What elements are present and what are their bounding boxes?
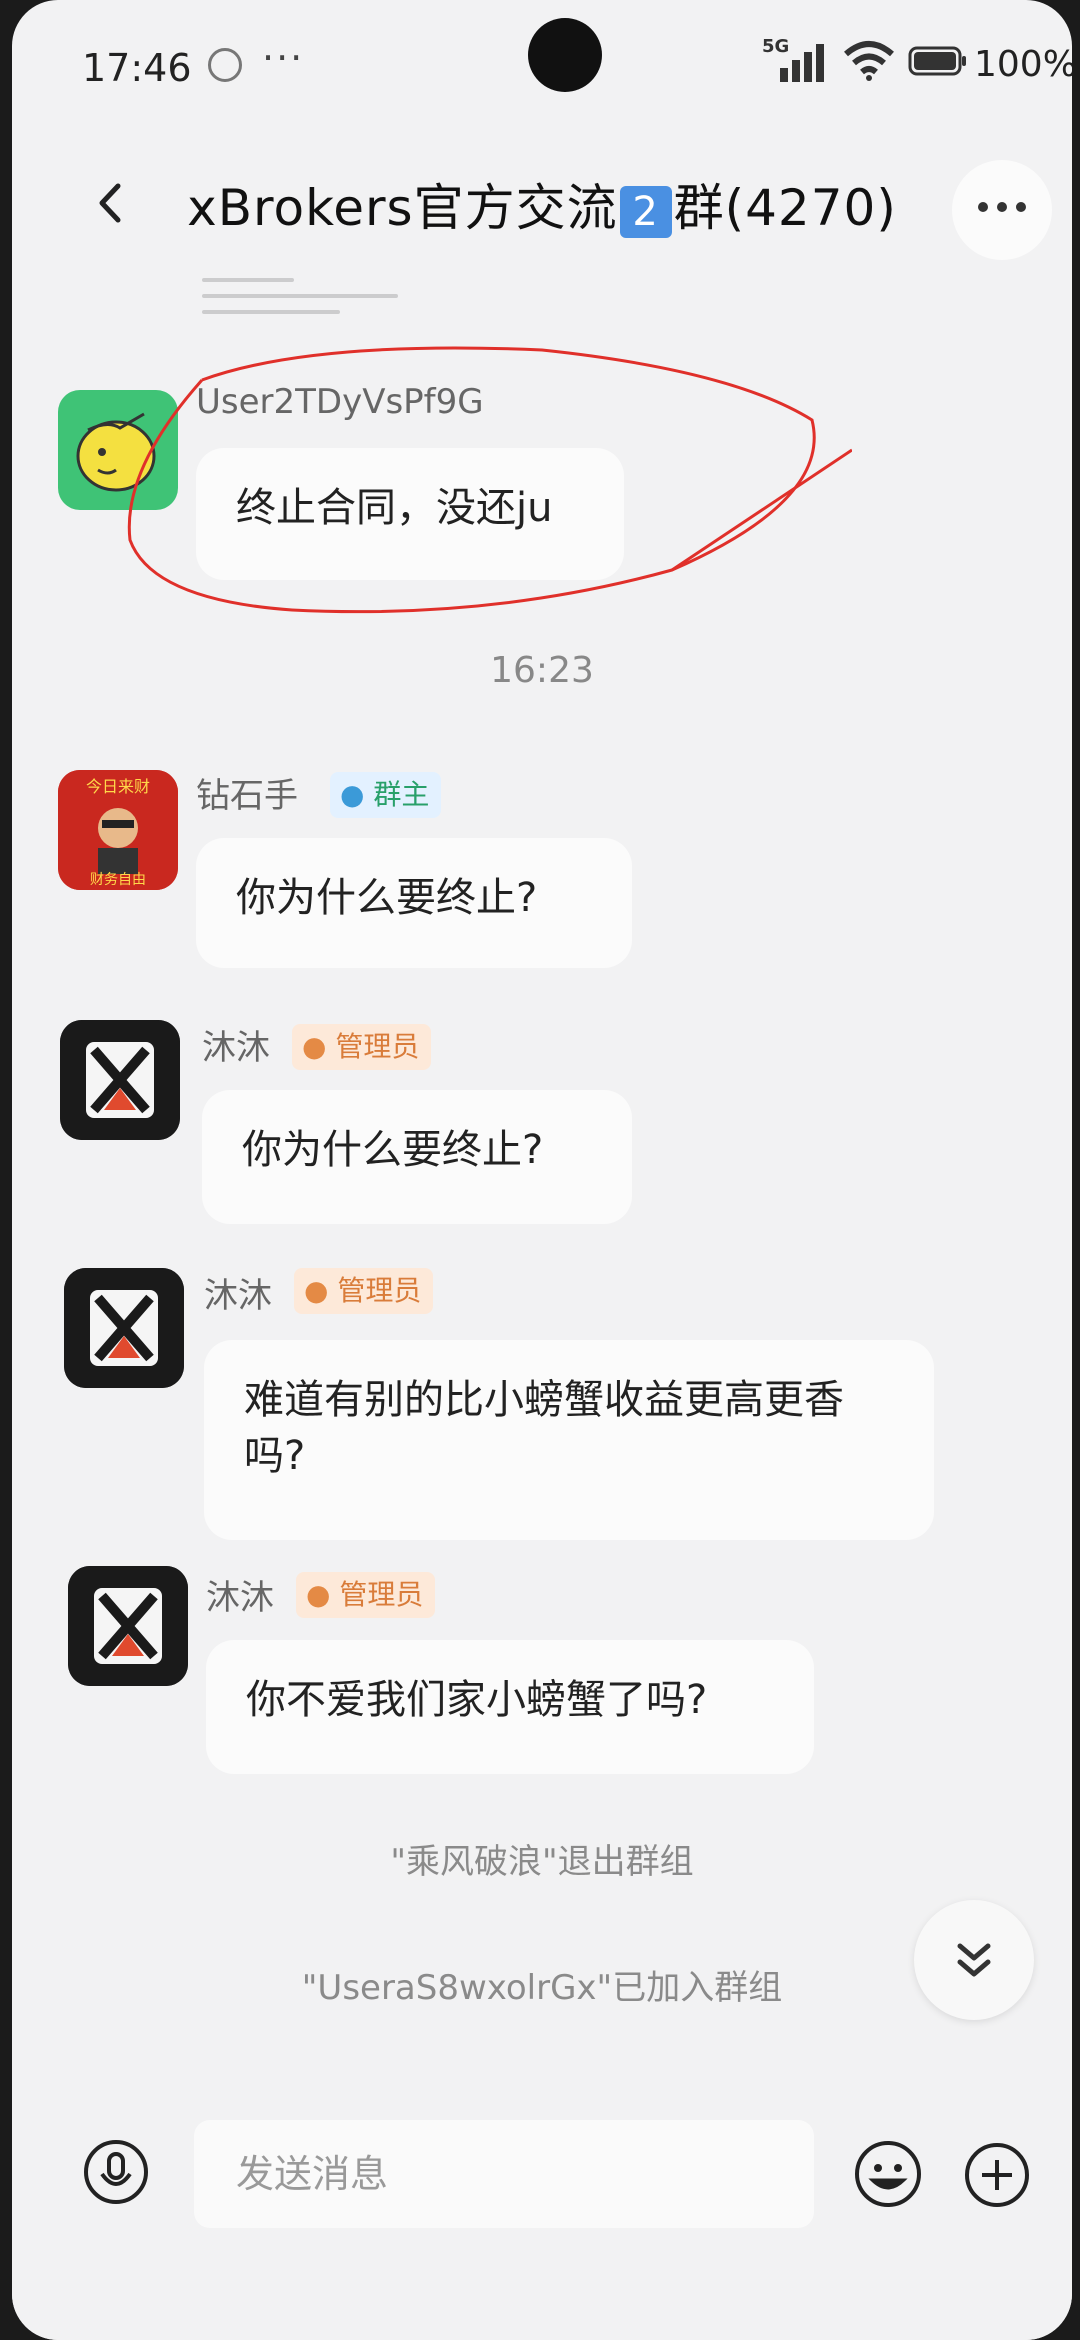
badge-label: 群主 xyxy=(373,778,430,811)
svg-text:财务自由: 财务自由 xyxy=(90,872,146,888)
group-number-badge: 2 xyxy=(619,185,672,238)
avatar[interactable] xyxy=(60,1020,180,1140)
badge-label: 管理员 xyxy=(335,1030,420,1063)
group-title-prefix: xBrokers官方交流 xyxy=(187,179,618,237)
group-title-suffix: 群(4270) xyxy=(673,179,897,237)
add-attachment-icon[interactable] xyxy=(962,2140,1032,2210)
admin-badge: ● 管理员 xyxy=(292,1024,432,1070)
more-options-button[interactable] xyxy=(952,160,1052,260)
notification-app-icon xyxy=(208,48,242,82)
sender-name: 沐沐 xyxy=(202,1028,270,1068)
battery-percent: 100% xyxy=(974,44,1072,85)
status-time: 17:46 xyxy=(82,46,192,90)
message-input[interactable]: 发送消息 xyxy=(194,2120,814,2228)
admin-badge: ● 管理员 xyxy=(296,1572,436,1618)
admin-badge: ● 管理员 xyxy=(294,1268,434,1314)
avatar[interactable] xyxy=(64,1268,184,1388)
message-bubble[interactable]: 你为什么要终止? xyxy=(196,838,632,968)
signal-icon xyxy=(780,44,824,82)
front-camera xyxy=(528,18,602,92)
message-bubble[interactable]: 你为什么要终止? xyxy=(202,1090,632,1224)
time-divider: 16:23 xyxy=(490,650,594,691)
message-input-bar: 发送消息 xyxy=(12,2080,1072,2340)
group-title[interactable]: xBrokers官方交流 2 群(4270) xyxy=(12,168,1072,240)
scroll-to-bottom-button[interactable] xyxy=(914,1900,1034,2020)
wifi-icon xyxy=(844,41,894,81)
red-annotation-circle xyxy=(127,346,852,614)
battery-icon xyxy=(908,46,966,76)
svg-text:今日来财: 今日来财 xyxy=(86,777,150,796)
double-chevron-down-icon xyxy=(957,1943,991,1977)
badge-label: 管理员 xyxy=(337,1274,422,1307)
user-icon: ● xyxy=(306,1578,331,1611)
sender-name: 沐沐 xyxy=(206,1578,274,1618)
user-icon: ● xyxy=(304,1274,329,1307)
sender-name: 沐沐 xyxy=(204,1276,272,1316)
system-message: "乘风破浪"退出群组 xyxy=(390,1842,694,1882)
sender-name: 钻石手 xyxy=(196,776,298,816)
user-icon: ● xyxy=(302,1030,327,1063)
phone-screen: 17:46 ··· 5G 100% xBrokers官方交流 2 群(4270)… xyxy=(12,0,1072,2340)
system-message: "UseraS8wxolrGx"已加入群组 xyxy=(301,1968,783,2008)
owner-badge: ● 群主 xyxy=(330,772,442,818)
user-icon: ● xyxy=(340,778,365,811)
emoji-icon[interactable] xyxy=(852,2138,924,2210)
message-bubble[interactable]: 难道有别的比小螃蟹收益更高更香吗? xyxy=(204,1340,934,1540)
message-bubble[interactable]: 你不爱我们家小螃蟹了吗? xyxy=(206,1640,814,1774)
voice-input-icon[interactable] xyxy=(82,2138,150,2206)
more-notifications-icon: ··· xyxy=(262,36,305,80)
avatar[interactable] xyxy=(68,1566,188,1686)
avatar[interactable]: 今日来财 财务自由 xyxy=(58,770,178,890)
image-message-preview[interactable] xyxy=(202,266,432,336)
status-bar: 17:46 ··· 5G 100% xyxy=(12,0,1072,130)
badge-label: 管理员 xyxy=(339,1578,424,1611)
chat-header: xBrokers官方交流 2 群(4270) xyxy=(12,130,1072,270)
